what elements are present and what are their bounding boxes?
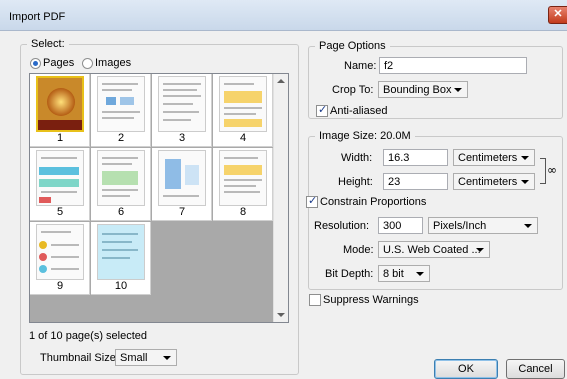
page-preview [219,150,267,206]
pages-radio[interactable] [30,58,41,69]
thumbnail-page-1[interactable]: 1 [30,74,90,147]
images-radio-label[interactable]: Images [95,57,131,69]
images-radio[interactable] [82,58,93,69]
height-unit-dropdown[interactable]: Centimeters [453,173,535,190]
image-size-legend: Image Size: 20.0M [319,130,411,142]
anti-aliased-checkbox[interactable] [316,103,328,117]
scroll-down-icon[interactable] [277,313,285,317]
width-label: Width: [341,152,373,164]
import-pdf-dialog: Import PDF ✕ Select: Pages Images 1 2 3 … [0,0,567,379]
resolution-unit-value: Pixels/Inch [433,220,487,232]
crop-to-value: Bounding Box [383,84,452,96]
chain-link-icon: ∞ [547,163,557,177]
close-button[interactable]: ✕ [548,6,567,24]
bit-depth-value: 8 bit [383,268,404,280]
name-label: Name: [344,60,377,72]
cancel-button[interactable]: Cancel [506,359,565,379]
page-number: 2 [117,132,125,144]
name-value: f2 [384,60,394,72]
width-field[interactable]: 16.3 [383,149,448,166]
page-preview [219,76,267,132]
chevron-down-icon [521,180,529,184]
page-number: 7 [178,206,186,218]
crop-to-label: Crop To: [332,84,374,96]
page-number: 6 [117,206,125,218]
pages-radio-label[interactable]: Pages [43,57,74,69]
chevron-down-icon [163,356,171,360]
width-value: 16.3 [388,152,410,164]
page-preview [158,76,206,132]
thumbnail-page-2[interactable]: 2 [91,74,151,147]
thumbnail-grid: 1 2 3 4 5 6 7 8 9 10 [30,74,275,322]
mode-label: Mode: [343,244,374,256]
name-field[interactable]: f2 [379,57,527,74]
page-preview [36,150,84,206]
thumbnail-page-10[interactable]: 10 [91,222,151,295]
resolution-label: Resolution: [314,220,370,232]
chevron-down-icon [521,156,529,160]
thumbnail-size-value: Small [120,352,148,364]
resolution-field[interactable]: 300 [378,217,423,234]
page-preview [158,150,206,206]
page-number: 1 [56,132,64,144]
page-number: 8 [239,206,247,218]
chevron-down-icon [454,88,462,92]
scroll-up-icon[interactable] [277,79,285,83]
mode-dropdown[interactable]: U.S. Web Coated ... [378,241,490,258]
page-number: 3 [178,132,186,144]
bit-depth-dropdown[interactable]: 8 bit [378,265,430,282]
thumbnail-panel[interactable]: 1 2 3 4 5 6 7 8 9 10 [29,73,289,323]
thumbnail-page-8[interactable]: 8 [213,148,273,221]
window-title: Import PDF [9,11,66,23]
height-field[interactable]: 23 [383,173,448,190]
thumbnail-scrollbar[interactable] [273,74,288,322]
thumbnail-page-4[interactable]: 4 [213,74,273,147]
height-label: Height: [338,176,373,188]
resolution-unit-dropdown[interactable]: Pixels/Inch [428,217,538,234]
page-preview [97,224,145,280]
page-options-legend: Page Options [319,40,386,52]
bit-depth-label: Bit Depth: [325,268,374,280]
page-number: 9 [56,280,64,292]
constrain-proportions-label[interactable]: Constrain Proportions [320,196,426,208]
thumbnail-size-label: Thumbnail Size: [40,352,119,364]
width-unit-value: Centimeters [458,152,518,164]
constrain-proportions-checkbox[interactable] [306,194,318,208]
title-bar[interactable]: Import PDF ✕ [0,0,567,31]
page-preview [97,150,145,206]
suppress-warnings-label[interactable]: Suppress Warnings [323,294,419,306]
page-number: 4 [239,132,247,144]
anti-aliased-label[interactable]: Anti-aliased [330,105,387,117]
chevron-down-icon [476,248,484,252]
page-number: 5 [56,206,64,218]
thumbnail-page-6[interactable]: 6 [91,148,151,221]
chevron-down-icon [416,272,424,276]
selection-status: 1 of 10 page(s) selected [29,330,148,342]
page-preview [36,76,84,132]
ok-button[interactable]: OK [434,359,498,379]
height-unit-value: Centimeters [458,176,518,188]
page-preview [36,224,84,280]
thumbnail-page-3[interactable]: 3 [152,74,212,147]
mode-value: U.S. Web Coated ... [383,244,481,256]
thumbnail-size-dropdown[interactable]: Small [115,349,177,366]
chevron-down-icon [524,224,532,228]
page-number: 10 [114,280,128,292]
thumbnail-page-9[interactable]: 9 [30,222,90,295]
thumbnail-page-7[interactable]: 7 [152,148,212,221]
suppress-warnings-checkbox[interactable] [309,294,321,306]
resolution-value: 300 [383,220,402,232]
thumbnail-page-5[interactable]: 5 [30,148,90,221]
select-legend: Select: [31,38,65,50]
height-value: 23 [388,176,401,188]
crop-to-dropdown[interactable]: Bounding Box [378,81,468,98]
constrain-bracket [540,158,546,184]
width-unit-dropdown[interactable]: Centimeters [453,149,535,166]
page-preview [97,76,145,132]
